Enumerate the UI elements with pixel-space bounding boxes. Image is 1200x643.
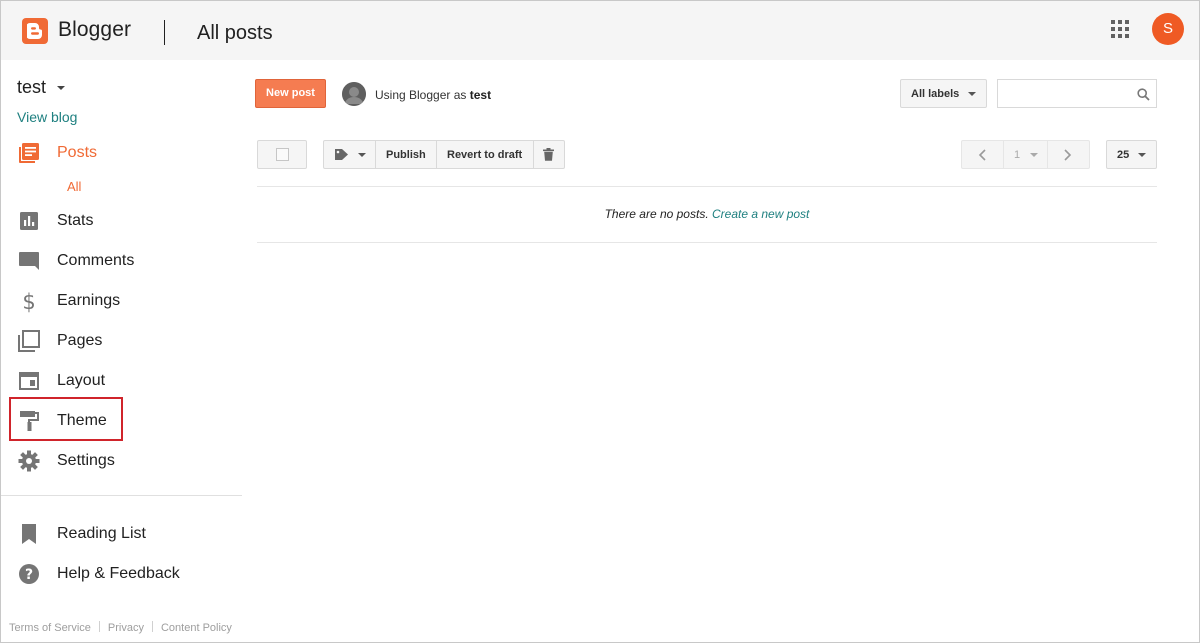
empty-posts-message: There are no posts. Create a new post xyxy=(257,207,1157,221)
brand-name[interactable]: Blogger xyxy=(58,18,131,42)
post-actions-group: Publish Revert to draft xyxy=(323,140,565,169)
sidebar-item-theme[interactable]: Theme xyxy=(17,406,237,436)
dollar-icon: $ xyxy=(22,290,35,313)
page-title: All posts xyxy=(197,22,273,44)
using-blogger-as: Using Blogger as test xyxy=(375,88,491,102)
terms-link[interactable]: Terms of Service xyxy=(9,622,91,634)
caret-down-icon xyxy=(968,92,976,96)
sidebar-item-label: Stats xyxy=(57,212,94,229)
comments-icon xyxy=(19,252,39,270)
user-avatar-icon xyxy=(342,82,366,106)
page-number: 1 xyxy=(1014,149,1021,161)
list-divider-top xyxy=(257,186,1157,187)
sidebar-item-label: Posts xyxy=(57,144,98,161)
header-divider xyxy=(164,20,165,45)
svg-text:?: ? xyxy=(25,567,33,583)
tag-icon xyxy=(335,149,348,160)
all-labels-dropdown[interactable]: All labels xyxy=(900,79,987,108)
sidebar-item-label: Help & Feedback xyxy=(57,565,180,582)
using-prefix: Using Blogger as xyxy=(375,88,470,102)
posts-icon xyxy=(19,143,39,163)
create-new-post-link[interactable]: Create a new post xyxy=(712,207,809,221)
sidebar-item-reading-list[interactable]: Reading List xyxy=(17,519,237,549)
revert-to-draft-button[interactable]: Revert to draft xyxy=(437,141,534,168)
sidebar-item-label: Theme xyxy=(57,412,107,429)
page-select[interactable]: 1 xyxy=(1004,141,1048,168)
apps-grid-icon[interactable] xyxy=(1111,20,1129,38)
sidebar-item-pages[interactable]: Pages xyxy=(17,326,237,356)
trash-icon xyxy=(543,148,554,161)
publish-button[interactable]: Publish xyxy=(376,141,437,168)
sidebar-item-earnings[interactable]: $ Earnings xyxy=(17,286,237,316)
sidebar-subitem-all[interactable]: All xyxy=(67,179,81,194)
sidebar-item-settings[interactable]: Settings xyxy=(17,446,237,476)
sidebar-item-stats[interactable]: Stats xyxy=(17,206,237,236)
footer-links: Terms of Service Privacy Content Policy xyxy=(9,621,232,634)
sidebar-item-layout[interactable]: Layout xyxy=(17,366,237,396)
layout-icon xyxy=(19,372,39,390)
delete-button[interactable] xyxy=(534,141,564,168)
svg-text:$: $ xyxy=(22,290,35,313)
pages-icon xyxy=(18,330,40,352)
bookmark-icon xyxy=(22,524,36,544)
account-avatar[interactable]: S xyxy=(1152,13,1184,45)
pagination: 1 xyxy=(961,140,1090,169)
blog-selector[interactable]: test xyxy=(17,77,46,98)
per-page-dropdown[interactable]: 25 xyxy=(1106,140,1157,169)
help-icon: ? xyxy=(19,564,39,584)
search-input[interactable] xyxy=(997,79,1157,108)
sidebar-item-label: Earnings xyxy=(57,292,121,309)
sidebar-item-label: Layout xyxy=(57,372,106,389)
list-divider-bottom xyxy=(257,242,1157,243)
new-post-button[interactable]: New post xyxy=(255,79,326,108)
using-username: test xyxy=(469,88,492,102)
sidebar-item-comments[interactable]: Comments xyxy=(17,246,237,276)
empty-text: There are no posts. xyxy=(604,207,709,221)
sidebar-item-label: Reading List xyxy=(57,525,146,542)
content-policy-link[interactable]: Content Policy xyxy=(161,622,232,634)
footer-separator xyxy=(151,621,153,632)
label-tag-button[interactable] xyxy=(324,141,376,168)
chevron-right-icon xyxy=(1064,149,1072,161)
privacy-link[interactable]: Privacy xyxy=(108,622,144,634)
sidebar-item-label: Settings xyxy=(57,452,115,469)
publish-label: Publish xyxy=(386,149,426,161)
prev-page-button[interactable] xyxy=(962,141,1004,168)
revert-label: Revert to draft xyxy=(447,149,523,161)
footer-separator xyxy=(98,621,100,632)
next-page-button[interactable] xyxy=(1048,141,1089,168)
checkbox-square xyxy=(276,148,289,161)
sidebar-item-label: Comments xyxy=(57,252,135,269)
blogger-logo-icon[interactable] xyxy=(22,18,48,44)
caret-down-icon xyxy=(1030,153,1038,157)
paint-roller-icon xyxy=(20,411,39,431)
sidebar-divider xyxy=(1,495,242,496)
view-blog-link[interactable]: View blog xyxy=(17,109,77,125)
gear-icon xyxy=(18,450,40,472)
select-all-checkbox[interactable] xyxy=(257,140,307,169)
per-page-value: 25 xyxy=(1117,149,1130,161)
caret-down-icon[interactable] xyxy=(57,86,65,90)
stats-icon xyxy=(20,212,38,230)
search-icon[interactable] xyxy=(1137,88,1150,101)
caret-down-icon xyxy=(1138,153,1146,157)
top-header: Blogger All posts S xyxy=(1,1,1199,60)
chevron-left-icon xyxy=(978,149,986,161)
sidebar-item-help[interactable]: ? Help & Feedback xyxy=(17,559,237,589)
sidebar-item-label: Pages xyxy=(57,332,103,349)
all-labels-label: All labels xyxy=(911,88,960,100)
sidebar-item-posts[interactable]: Posts xyxy=(17,138,237,168)
caret-down-icon xyxy=(358,153,366,157)
